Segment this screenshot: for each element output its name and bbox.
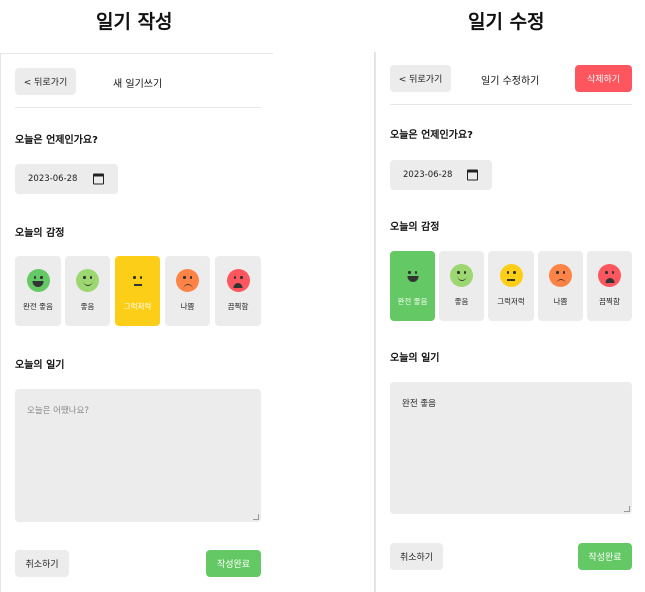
new-diary-panel: < 뒤로가기 새 일기쓰기 오늘은 언제인가요? 2023-06-28 오늘의 …	[0, 53, 273, 592]
emotion-item-good[interactable]: 좋음	[65, 256, 110, 326]
diary-textarea[interactable]: 완전 좋음	[390, 382, 632, 514]
emotion-item-terrible[interactable]: 끔찍함	[587, 251, 632, 321]
submit-button[interactable]: 작성완료	[578, 543, 632, 570]
good-face-icon	[76, 269, 99, 292]
emotion-label: 나쁨	[180, 302, 195, 311]
emotion-item-very-good[interactable]: 완전 좋음	[390, 251, 435, 321]
emotion-item-bad[interactable]: 나쁨	[165, 256, 210, 326]
bad-face-icon	[549, 264, 572, 287]
date-value: 2023-06-28	[403, 170, 453, 180]
emotion-label: 끔찍함	[227, 302, 249, 311]
terrible-face-icon	[226, 269, 250, 292]
emotion-label: 그럭저럭	[497, 297, 525, 306]
edit-diary-panel: < 뒤로가기 일기 수정하기 삭제하기 오늘은 언제인가요? 2023-06-2…	[375, 52, 645, 592]
emotion-label: 끔찍함	[599, 297, 620, 306]
diary-title: 오늘의 일기	[390, 353, 440, 364]
diary-title: 오늘의 일기	[15, 360, 65, 371]
diary-textarea[interactable]: 오늘은 어땠나요?	[15, 389, 261, 522]
so-so-face-icon	[499, 264, 523, 287]
calendar-icon[interactable]	[93, 173, 104, 185]
submit-button[interactable]: 작성완료	[206, 550, 261, 577]
resize-handle-icon[interactable]	[624, 506, 630, 512]
emotion-label: 완전 좋음	[23, 302, 53, 311]
date-input[interactable]: 2023-06-28	[390, 160, 492, 190]
so-so-face-icon	[126, 269, 149, 292]
diary-text: 완전 좋음	[402, 399, 436, 409]
emotion-item-good[interactable]: 좋음	[439, 251, 484, 321]
bad-face-icon	[176, 269, 199, 292]
date-question: 오늘은 언제인가요?	[15, 135, 98, 146]
emotion-item-so-so[interactable]: 그럭저럭	[488, 251, 534, 321]
page-title: 일기 수정하기	[481, 76, 540, 87]
date-input[interactable]: 2023-06-28	[15, 164, 118, 194]
caption-edit-diary: 일기 수정	[468, 11, 545, 33]
emotion-item-so-so[interactable]: 그럭저럭	[115, 256, 160, 326]
caption-new-diary: 일기 작성	[96, 11, 173, 33]
very-good-face-icon	[401, 264, 424, 287]
delete-button[interactable]: 삭제하기	[575, 65, 632, 92]
header-divider	[390, 104, 632, 105]
emotion-label: 그럭저럭	[123, 302, 152, 311]
very-good-face-icon	[26, 269, 50, 292]
back-button[interactable]: < 뒤로가기	[390, 65, 451, 92]
calendar-icon[interactable]	[467, 169, 478, 181]
page-title: 새 일기쓰기	[113, 79, 163, 90]
emotion-label: 좋음	[454, 297, 469, 306]
date-question: 오늘은 언제인가요?	[390, 130, 473, 141]
emotion-item-bad[interactable]: 나쁨	[538, 251, 583, 321]
cancel-button[interactable]: 취소하기	[15, 550, 69, 577]
diary-placeholder: 오늘은 어땠나요?	[27, 406, 89, 416]
back-button[interactable]: < 뒤로가기	[15, 68, 76, 95]
emotion-item-very-good[interactable]: 완전 좋음	[15, 256, 61, 326]
resize-handle-icon[interactable]	[253, 514, 259, 520]
emotion-title: 오늘의 감정	[15, 228, 65, 239]
header-divider	[15, 107, 261, 108]
good-face-icon	[450, 264, 473, 287]
emotion-title: 오늘의 감정	[390, 222, 440, 233]
emotion-label: 완전 좋음	[397, 297, 428, 306]
terrible-face-icon	[598, 264, 621, 287]
cancel-button[interactable]: 취소하기	[390, 543, 443, 570]
emotion-item-terrible[interactable]: 끔찍함	[215, 256, 261, 326]
date-value: 2023-06-28	[28, 174, 78, 184]
emotion-label: 좋음	[80, 302, 95, 311]
emotion-label: 나쁨	[553, 297, 568, 306]
